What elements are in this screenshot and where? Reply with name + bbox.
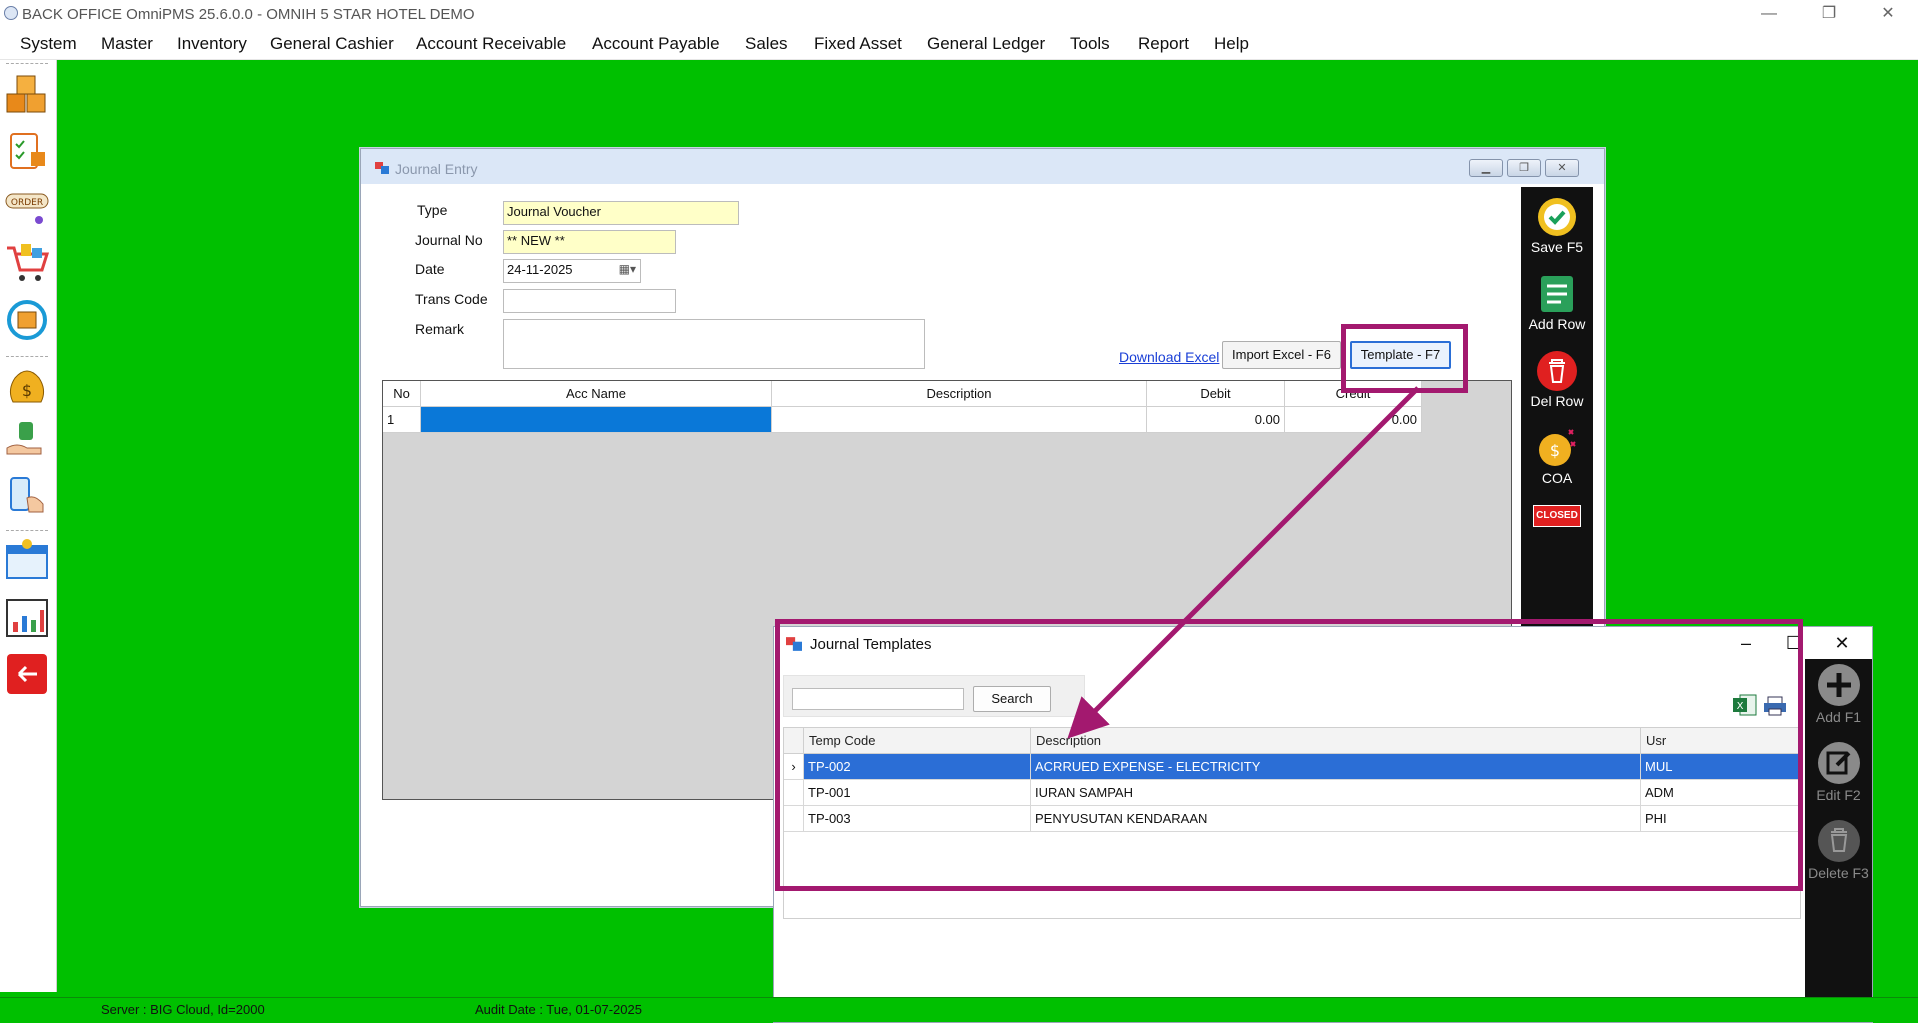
trans-code-field[interactable] — [503, 289, 676, 313]
add-row-icon — [1541, 276, 1573, 312]
delete-label: Delete F3 — [1808, 865, 1869, 881]
add-row-label: Add Row — [1528, 316, 1586, 332]
svg-text:ORDER: ORDER — [11, 198, 43, 208]
svg-text:$: $ — [22, 381, 32, 400]
col-header-description[interactable]: Description — [772, 381, 1147, 407]
sync-package-icon[interactable] — [5, 298, 49, 342]
order-icon[interactable]: ORDER — [5, 188, 49, 232]
save-check-icon — [1538, 198, 1576, 236]
menu-help[interactable]: Help — [1214, 34, 1249, 54]
type-field[interactable]: Journal Voucher — [503, 201, 739, 225]
app-logo-icon — [4, 6, 18, 20]
je-restore-button[interactable]: ❐ — [1507, 159, 1541, 177]
remark-label: Remark — [415, 321, 465, 337]
closed-button[interactable]: CLOSED — [1521, 505, 1593, 527]
je-close-button[interactable]: ✕ — [1545, 159, 1579, 177]
download-excel-link[interactable]: Download Excel — [1119, 349, 1219, 365]
status-bar: Server : BIG Cloud, Id=2000 Audit Date :… — [0, 997, 1918, 1022]
menu-master[interactable]: Master — [101, 34, 153, 54]
menu-account-payable[interactable]: Account Payable — [592, 34, 720, 54]
menu-tools[interactable]: Tools — [1070, 34, 1110, 54]
toolbar-divider — [6, 63, 48, 64]
save-label: Save F5 — [1530, 239, 1584, 255]
menu-system[interactable]: System — [20, 34, 77, 54]
calendar-dropdown-icon[interactable]: ▦▾ — [619, 262, 636, 276]
restore-button[interactable]: ❐ — [1809, 2, 1849, 26]
left-toolbar: ORDER $ — [0, 60, 57, 992]
closed-badge: CLOSED — [1533, 505, 1581, 527]
je-minimize-button[interactable]: ▁ — [1469, 159, 1503, 177]
menu-report[interactable]: Report — [1138, 34, 1189, 54]
journal-entry-title: Journal Entry — [395, 161, 478, 177]
date-picker[interactable]: 24-11-2025 ▦▾ — [503, 259, 641, 283]
col-header-debit[interactable]: Debit — [1147, 381, 1285, 407]
del-row-button[interactable]: Del Row — [1521, 349, 1593, 409]
menu-sales[interactable]: Sales — [745, 34, 788, 54]
svg-text:$: $ — [1550, 441, 1560, 460]
exit-icon[interactable] — [5, 652, 49, 696]
menu-general-cashier[interactable]: General Cashier — [270, 34, 394, 54]
coa-button[interactable]: $ COA — [1521, 426, 1593, 486]
remark-field[interactable] — [503, 319, 925, 369]
edit-icon — [1817, 742, 1860, 784]
money-bag-icon[interactable]: $ — [5, 362, 49, 406]
chart-report-icon[interactable] — [5, 596, 49, 640]
templates-toolbar: Add F1 Edit F2 Delete F3 — [1805, 659, 1872, 1022]
clipboard-task-icon[interactable] — [5, 128, 49, 172]
audit-date-status: Audit Date : Tue, 01-07-2025 — [475, 1002, 642, 1017]
add-row-button[interactable]: Add Row — [1521, 272, 1593, 332]
menu-inventory[interactable]: Inventory — [177, 34, 247, 54]
app-title-bar: BACK OFFICE OmniPMS 25.6.0.0 - OMNIH 5 S… — [0, 0, 1918, 29]
import-excel-button[interactable]: Import Excel - F6 — [1222, 341, 1341, 369]
menu-general-ledger[interactable]: General Ledger — [927, 34, 1045, 54]
del-row-label: Del Row — [1530, 393, 1584, 409]
cell-no[interactable]: 1 — [383, 407, 421, 433]
shopping-cart-icon[interactable] — [5, 240, 49, 284]
date-value: 24-11-2025 — [507, 262, 573, 277]
app-title: BACK OFFICE OmniPMS 25.6.0.0 - OMNIH 5 S… — [22, 6, 475, 23]
journal-no-label: Journal No — [415, 232, 483, 248]
trash-icon — [1817, 820, 1860, 862]
col-header-acc-name[interactable]: Acc Name — [421, 381, 772, 407]
cell-acc-name[interactable] — [421, 407, 772, 433]
type-label: Type — [417, 202, 448, 218]
toolbar-divider — [6, 530, 48, 531]
templates-dialog-highlight — [775, 619, 1803, 891]
template-button-highlight — [1341, 324, 1468, 393]
trans-code-label: Trans Code — [415, 291, 488, 307]
cell-description[interactable] — [772, 407, 1147, 433]
payment-hand-icon[interactable] — [5, 418, 49, 462]
calendar-report-icon[interactable] — [5, 538, 49, 582]
add-label: Add F1 — [1815, 709, 1862, 725]
inventory-boxes-icon[interactable] — [5, 72, 49, 116]
menu-bar: System Master Inventory General Cashier … — [0, 29, 1918, 60]
window-app-icon — [375, 162, 389, 174]
coa-label: COA — [1541, 470, 1573, 486]
mobile-touch-icon[interactable] — [5, 474, 49, 518]
journal-no-field[interactable]: ** NEW ** — [503, 230, 676, 254]
minimize-button[interactable]: — — [1749, 2, 1789, 26]
close-button[interactable]: ✕ — [1868, 2, 1908, 26]
edit-template-button[interactable]: Edit F2 — [1805, 739, 1872, 803]
date-label: Date — [415, 261, 445, 277]
save-button[interactable]: Save F5 — [1521, 195, 1593, 255]
add-icon — [1817, 664, 1860, 706]
add-template-button[interactable]: Add F1 — [1805, 661, 1872, 725]
delete-template-button[interactable]: Delete F3 — [1805, 817, 1872, 881]
journal-entry-titlebar: Journal Entry ▁ ❐ ✕ — [361, 149, 1604, 184]
menu-fixed-asset[interactable]: Fixed Asset — [814, 34, 902, 54]
menu-account-receivable[interactable]: Account Receivable — [416, 34, 566, 54]
templates-close-button[interactable]: ✕ — [1822, 631, 1862, 655]
server-status: Server : BIG Cloud, Id=2000 — [101, 1002, 265, 1017]
cell-debit[interactable]: 0.00 — [1147, 407, 1285, 433]
coa-coin-icon: $ — [1539, 429, 1576, 466]
trash-icon — [1537, 351, 1577, 391]
edit-label: Edit F2 — [1816, 787, 1861, 803]
toolbar-divider — [6, 356, 48, 357]
col-header-no[interactable]: No — [383, 381, 421, 407]
cell-credit[interactable]: 0.00 — [1285, 407, 1422, 433]
